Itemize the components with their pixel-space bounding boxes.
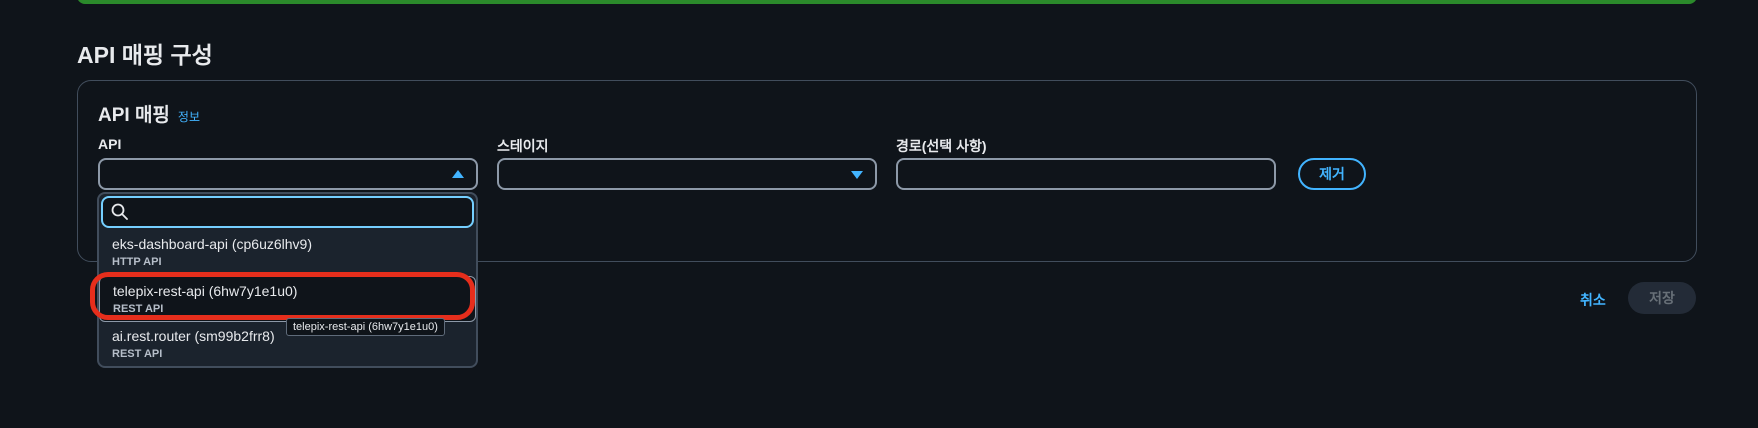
- path-input[interactable]: [896, 158, 1276, 190]
- success-banner: [77, 0, 1697, 4]
- remove-button[interactable]: 제거: [1298, 158, 1366, 190]
- dropdown-option-selected[interactable]: telepix-rest-api (6hw7y1e1u0) REST API: [99, 276, 476, 322]
- option-type: HTTP API: [112, 256, 162, 268]
- api-label: API: [98, 136, 122, 152]
- info-link[interactable]: 정보: [178, 108, 200, 125]
- option-type: REST API: [113, 303, 164, 315]
- cancel-button[interactable]: 취소: [1580, 290, 1606, 310]
- dropdown-option[interactable]: eks-dashboard-api (cp6uz6lhv9) HTTP API: [99, 230, 476, 276]
- panel-title: API 매핑: [98, 105, 170, 126]
- option-type: REST API: [112, 348, 163, 360]
- search-input[interactable]: [101, 196, 474, 228]
- page-title: API 매핑 구성: [77, 42, 213, 68]
- api-select[interactable]: [98, 158, 478, 190]
- option-tooltip: telepix-rest-api (6hw7y1e1u0): [286, 318, 445, 336]
- stage-select[interactable]: [497, 158, 877, 190]
- panel-header: API 매핑 정보: [98, 100, 200, 127]
- stage-label: 스테이지: [497, 138, 549, 154]
- path-label: 경로(선택 사항): [896, 138, 987, 154]
- caret-down-icon: [851, 171, 863, 179]
- save-button[interactable]: 저장: [1628, 282, 1696, 314]
- option-name: eks-dashboard-api (cp6uz6lhv9): [112, 236, 312, 252]
- api-dropdown: eks-dashboard-api (cp6uz6lhv9) HTTP API …: [97, 192, 478, 368]
- search-icon: [111, 203, 128, 220]
- option-name: telepix-rest-api (6hw7y1e1u0): [113, 283, 298, 299]
- caret-up-icon: [452, 170, 464, 178]
